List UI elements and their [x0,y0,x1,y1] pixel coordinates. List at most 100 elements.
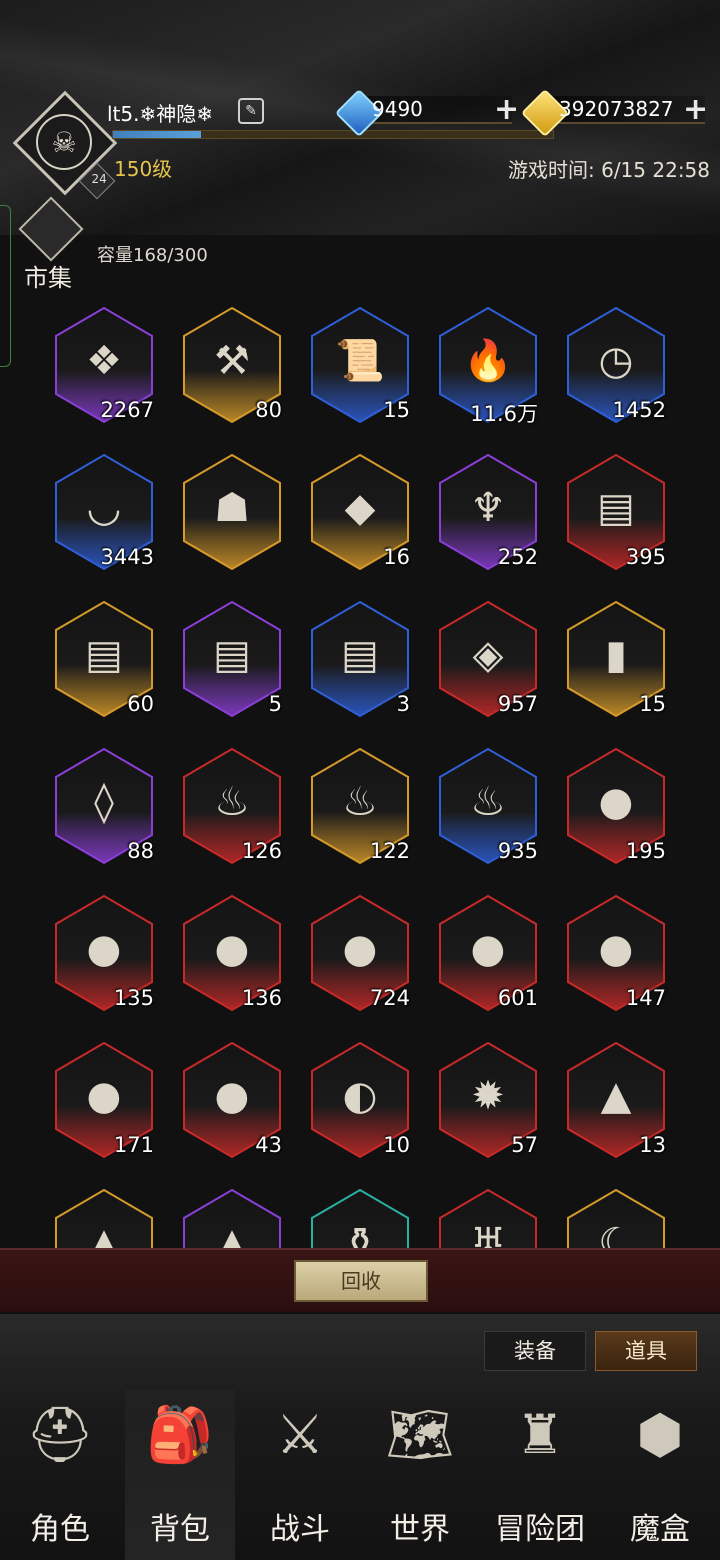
nav-item-sword-shield[interactable]: ⚔ 战斗 [245,1390,355,1560]
vase-icon: ⚱ [343,1220,377,1248]
nav-label: 战斗 [270,1512,330,1547]
nav-label: 魔盒 [630,1512,690,1547]
inventory-item[interactable]: ▲ [182,1188,282,1248]
inventory-item[interactable]: ◊ 88 [54,747,154,865]
nav-item-backpack[interactable]: 🎒 背包 [125,1390,235,1560]
market-button[interactable]: 市集 [10,196,90,292]
item-count: 15 [639,692,666,716]
add-gems-plus-icon[interactable]: + [494,95,519,125]
rune-tablet-icon: ▤ [597,485,635,531]
inventory-item[interactable]: ♨ 935 [438,747,538,865]
item-count: 10 [383,1133,410,1157]
item-count: 2267 [100,398,154,422]
inventory-item[interactable]: ● 171 [54,1041,154,1159]
avatar-level-text: 24 [91,171,107,186]
inventory-item[interactable]: ☾ [566,1188,666,1248]
market-label: 市集 [24,264,72,292]
item-count: 724 [369,986,410,1010]
item-count: 147 [625,986,666,1010]
nav-label: 背包 [150,1512,210,1547]
inventory-item[interactable]: ▮ 15 [566,600,666,718]
item-count: 43 [255,1133,282,1157]
item-count: 122 [369,839,410,863]
inventory-item[interactable]: ◆ 16 [310,453,410,571]
inventory-item[interactable]: ✹ 57 [438,1041,538,1159]
item-count: 135 [113,986,154,1010]
nav-item-castle[interactable]: ♜ 冒险团 [485,1390,595,1560]
moon-orb-icon: ● [214,926,250,972]
inventory-item[interactable]: ● 724 [310,894,410,1012]
tab-equipment[interactable]: 装备 [484,1331,586,1371]
player-level: 150级 [114,157,173,181]
inventory-item[interactable]: ◈ 957 [438,600,538,718]
inventory-item[interactable]: ▤ 3 [310,600,410,718]
inventory-item[interactable]: ◷ 1452 [566,306,666,424]
gem-amount: 9490 [372,97,423,121]
rune-stone-icon: ◈ [472,632,504,678]
item-count: 16 [383,545,410,569]
tab-items[interactable]: 道具 [595,1331,697,1371]
game-time: 游戏时间: 6/15 22:58 [508,158,711,182]
spirit-flame-icon: ♨ [214,779,250,825]
item-count: 88 [127,839,154,863]
inventory-item[interactable]: ◐ 10 [310,1041,410,1159]
inventory-item[interactable]: ● 195 [566,747,666,865]
inventory-item[interactable]: ⚱ [310,1188,410,1248]
inventory-item[interactable]: ● 601 [438,894,538,1012]
map-scroll-icon: 🗺 [385,1403,455,1466]
inventory-item[interactable]: ☗ [182,453,282,571]
helmet-icon: ⛑ [25,1403,95,1466]
inventory-item[interactable]: ❖ 2267 [54,306,154,424]
item-count: 11.6万 [470,402,538,426]
scroll-icon: 📜 [335,338,385,384]
bottom-navigation: ⛑ 角色 🎒 背包 ⚔ 战斗 🗺 世界 ♜ 冒险团 ⬢ 魔盒 [0,1390,720,1560]
item-count: 60 [127,692,154,716]
inventory-item[interactable]: ◡ 3443 [54,453,154,571]
item-count: 126 [241,839,282,863]
inventory-capacity: 容量168/300 [97,245,208,266]
spiked-orb-icon: ✹ [471,1073,505,1119]
inventory-item[interactable]: ▤ 395 [566,453,666,571]
player-name: lt5.❄神隐❄ [107,102,213,126]
mask-icon: ☗ [214,485,250,531]
edit-name-icon[interactable]: ✎ [238,98,264,124]
item-count: 57 [511,1133,538,1157]
inventory-item[interactable]: ⚒ 80 [182,306,282,424]
nav-item-helmet[interactable]: ⛑ 角色 [5,1390,115,1560]
magic-cube-icon: ⬢ [636,1403,684,1466]
inventory-item[interactable]: ▲ [54,1188,154,1248]
torch-icon: 🔥 [463,338,513,384]
moon-orb-icon: ● [342,926,378,972]
inventory-item[interactable]: ♅ [438,1188,538,1248]
xp-bar [112,130,554,139]
nav-label: 世界 [390,1512,450,1547]
inventory-item[interactable]: ♨ 122 [310,747,410,865]
item-count: 80 [255,398,282,422]
add-gold-plus-icon[interactable]: + [683,95,708,125]
item-count: 1452 [612,398,666,422]
inventory-item[interactable]: ● 43 [182,1041,282,1159]
market-cart-icon [18,196,84,262]
rune-tablet-icon: ▤ [213,632,251,678]
xp-bar-fill [113,131,201,138]
inventory-item[interactable]: ● 147 [566,894,666,1012]
gold-gem-icon: ◆ [344,485,376,531]
fangs-icon: ♅ [470,1220,506,1248]
inventory-item[interactable]: ♆ 252 [438,453,538,571]
inventory-item[interactable]: ● 135 [54,894,154,1012]
recycle-button[interactable]: 回收 [294,1260,428,1302]
backpack-icon: 🎒 [146,1403,214,1466]
gold-amount: 392073827 [559,97,674,121]
inventory-item[interactable]: 📜 15 [310,306,410,424]
inventory-item[interactable]: ▲ 13 [566,1041,666,1159]
inventory-item[interactable]: ▤ 5 [182,600,282,718]
inventory-item[interactable]: 🔥 11.6万 [438,306,538,426]
inventory-item[interactable]: ♨ 126 [182,747,282,865]
rune-tablet-icon: ▤ [341,632,379,678]
nav-item-map-scroll[interactable]: 🗺 世界 [365,1390,475,1560]
moon-orb-icon: ● [214,1073,250,1119]
nav-item-magic-cube[interactable]: ⬢ 魔盒 [605,1390,715,1560]
pocket-watch-icon: ◷ [598,338,634,384]
inventory-item[interactable]: ▤ 60 [54,600,154,718]
inventory-item[interactable]: ● 136 [182,894,282,1012]
